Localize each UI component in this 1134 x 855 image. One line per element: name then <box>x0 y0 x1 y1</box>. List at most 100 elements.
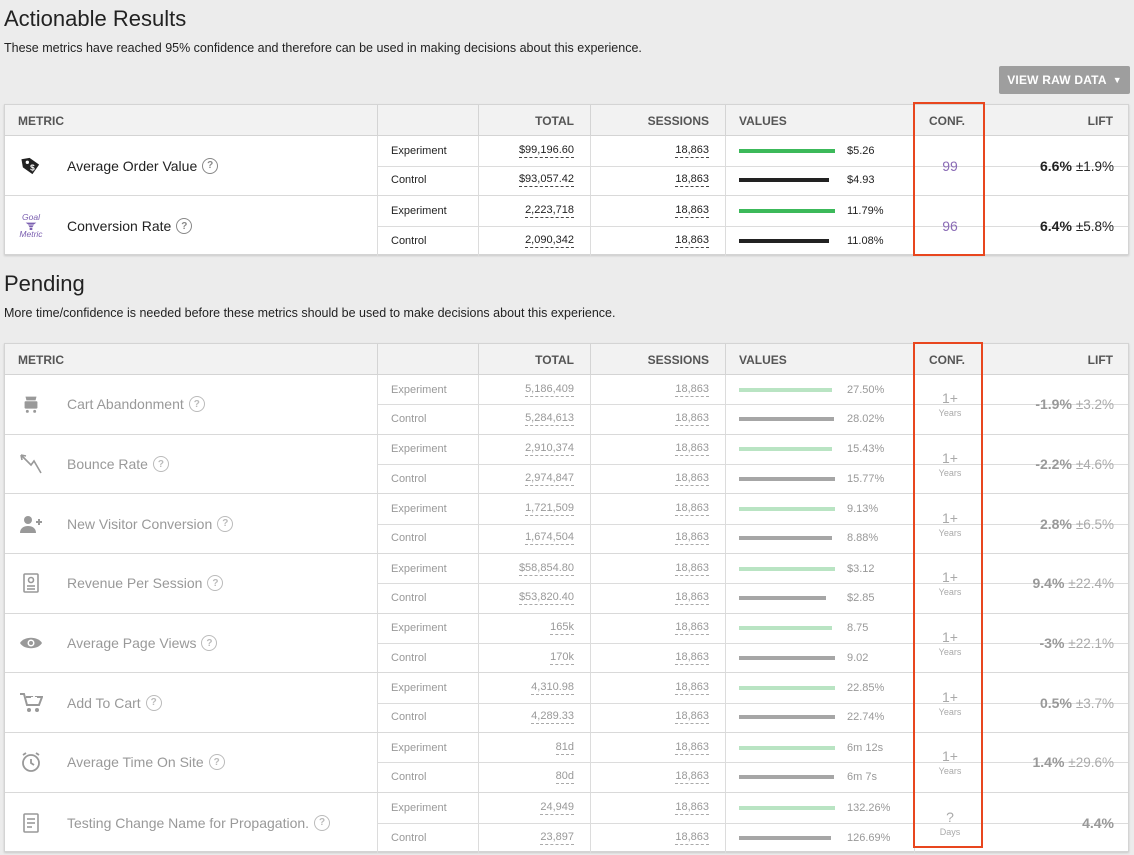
metric-value: $2.85 <box>847 592 875 605</box>
metric-value: $5.26 <box>847 144 875 157</box>
value-bar <box>739 715 835 720</box>
sessions-value[interactable]: 18,863 <box>675 531 709 546</box>
view-raw-data-label: VIEW RAW DATA <box>1007 73 1107 87</box>
total-value[interactable]: 5,186,409 <box>525 383 574 397</box>
sessions-value[interactable]: 18,863 <box>675 681 709 696</box>
total-value[interactable]: $99,196.60 <box>518 144 574 158</box>
lift-margin: ±29.6% <box>1068 755 1114 771</box>
sessions-value[interactable]: 18,863 <box>675 383 709 397</box>
metric-row[interactable]: Add To Cart? Experiment 4,310.98 18,863 22.8… <box>5 673 1128 734</box>
total-value[interactable]: 24,949 <box>540 801 574 815</box>
value-bar <box>739 476 835 481</box>
confidence-value: 1+ Years <box>915 569 985 597</box>
total-value[interactable]: $58,854.80 <box>518 562 574 576</box>
sessions-value[interactable]: 18,863 <box>675 621 709 636</box>
total-value[interactable]: 23,897 <box>540 831 574 845</box>
metric-row[interactable]: Average Page Views? Experiment 165k 18,863 8… <box>5 613 1128 674</box>
value-bar <box>739 148 835 153</box>
sessions-value[interactable]: 18,863 <box>675 173 709 188</box>
metric-row[interactable]: Average Time On Site? Experiment 81d 18,863… <box>5 733 1128 793</box>
metric-value: 27.50% <box>847 383 885 396</box>
total-value[interactable]: 4,310.98 <box>531 681 574 696</box>
value-bar <box>739 209 835 213</box>
sessions-value[interactable]: 18,863 <box>675 412 709 427</box>
sessions-value[interactable]: 18,863 <box>675 234 709 248</box>
total-value[interactable]: 5,284,613 <box>525 412 574 427</box>
metric-row[interactable]: New Visitor Conversion? Experiment 1,721,5… <box>5 494 1128 555</box>
column-header-total[interactable]: TOTAL <box>535 114 574 128</box>
lift-percent: -2.2% <box>1035 456 1072 473</box>
sessions-value[interactable]: 18,863 <box>675 741 709 755</box>
metric-value: 132.26% <box>847 801 891 814</box>
total-value[interactable]: 1,721,509 <box>525 502 574 517</box>
sessions-value[interactable]: 18,863 <box>675 442 709 457</box>
column-header-total[interactable]: TOTAL <box>535 353 574 367</box>
column-header-conf[interactable]: CONF. <box>929 114 965 128</box>
metric-row[interactable]: Revenue Per Session? Experiment $58,854.80… <box>5 554 1128 614</box>
sessions-value[interactable]: 18,863 <box>675 204 709 218</box>
lift-percent: 4.4% <box>1082 814 1114 831</box>
variant-label: Control <box>391 532 427 545</box>
total-value[interactable]: 4,289.33 <box>531 710 574 725</box>
variant-label: Control <box>391 711 427 724</box>
lift-value: 2.8% ±6.5% <box>1040 516 1114 532</box>
value-bar <box>739 686 835 691</box>
lift-value: 1.4% ±29.6% <box>1032 754 1114 770</box>
confidence-value: 96 <box>942 218 958 234</box>
total-value[interactable]: $53,820.40 <box>518 591 574 606</box>
total-value[interactable]: 170k <box>550 651 574 665</box>
sessions-value[interactable]: 18,863 <box>675 710 709 725</box>
metric-row[interactable]: Bounce Rate? Experiment 2,910,374 18,863 15.… <box>5 434 1128 495</box>
view-raw-data-button[interactable]: VIEW RAW DATA ▼ <box>999 66 1130 94</box>
metric-value: 11.08% <box>847 235 884 247</box>
sessions-value[interactable]: 18,863 <box>675 591 709 606</box>
sessions-value[interactable]: 18,863 <box>675 144 709 158</box>
total-value[interactable]: $93,057.42 <box>518 173 574 188</box>
sessions-value[interactable]: 18,863 <box>675 651 709 665</box>
column-header-metric[interactable]: METRIC <box>18 114 64 128</box>
sessions-value[interactable]: 18,863 <box>675 801 709 815</box>
metric-row[interactable]: Cart Abandonment? Experiment 5,186,409 18,8… <box>5 375 1128 435</box>
metric-row[interactable]: $ Average Order Value? Experiment $99,196.6… <box>5 136 1128 196</box>
column-divider <box>377 344 378 374</box>
column-divider <box>478 105 479 135</box>
variant-label: Control <box>391 831 427 844</box>
total-value[interactable]: 2,910,374 <box>525 442 574 457</box>
total-value[interactable]: 2,090,342 <box>525 234 574 248</box>
column-header-sessions[interactable]: SESSIONS <box>648 353 709 367</box>
metric-value: $3.12 <box>847 562 875 575</box>
column-header-conf[interactable]: CONF. <box>929 353 965 367</box>
total-value[interactable]: 2,974,847 <box>525 472 574 486</box>
column-header-lift[interactable]: LIFT <box>1088 353 1113 367</box>
metric-value: 15.77% <box>847 472 885 485</box>
sessions-value[interactable]: 18,863 <box>675 472 709 486</box>
total-value[interactable]: 2,223,718 <box>525 204 574 218</box>
total-value[interactable]: 80d <box>555 770 574 785</box>
variant-label: Experiment <box>391 622 447 635</box>
actionable-results-title: Actionable Results <box>4 6 187 31</box>
sessions-value[interactable]: 18,863 <box>675 831 709 845</box>
lift-margin: ±22.4% <box>1068 576 1114 592</box>
total-value[interactable]: 1,674,504 <box>525 531 574 546</box>
sessions-value[interactable]: 18,863 <box>675 502 709 517</box>
total-value[interactable]: 81d <box>555 741 574 755</box>
confidence-unit: Years <box>938 706 962 717</box>
metric-value: 6m 12s <box>847 741 884 754</box>
value-bar <box>739 655 835 660</box>
confidence-unit: Years <box>938 766 962 777</box>
metric-row[interactable]: Testing Change Name for Propagation.? Exp… <box>5 792 1128 853</box>
confidence-value: 1+ Years <box>915 748 985 776</box>
variant-label: Experiment <box>391 443 447 456</box>
column-divider <box>914 344 915 374</box>
lift-value: 0.5% ±3.7% <box>1040 695 1114 711</box>
confidence-unit: Years <box>938 587 962 598</box>
column-header-sessions[interactable]: SESSIONS <box>648 114 709 128</box>
column-header-lift[interactable]: LIFT <box>1088 114 1113 128</box>
sessions-value[interactable]: 18,863 <box>675 770 709 785</box>
variant-label: Experiment <box>391 205 447 217</box>
variant-label: Control <box>391 235 427 247</box>
total-value[interactable]: 165k <box>550 621 574 636</box>
sessions-value[interactable]: 18,863 <box>675 562 709 576</box>
metric-row[interactable]: Goal Metric Conversion Rate? Experiment 2,22… <box>5 196 1128 256</box>
column-header-metric[interactable]: METRIC <box>18 353 64 367</box>
